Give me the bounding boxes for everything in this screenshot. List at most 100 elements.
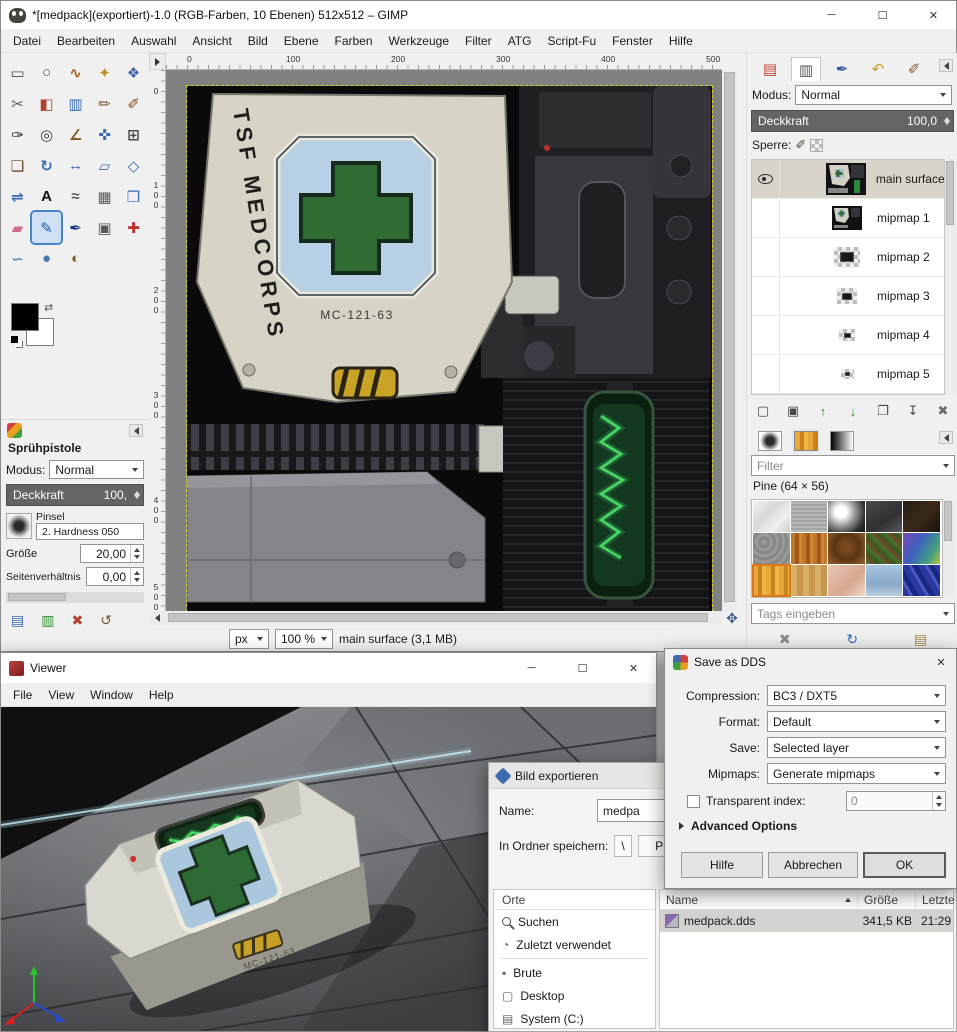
layer-list-scrollbar[interactable]: [945, 159, 957, 395]
tool-airbrush[interactable]: ✎: [30, 210, 63, 245]
pattern-swatch[interactable]: [865, 533, 902, 564]
anchor-layer-button[interactable]: ↧: [899, 399, 927, 423]
pattern-swatch[interactable]: [903, 533, 940, 564]
menu-item[interactable]: Help: [141, 685, 182, 705]
menu-item[interactable]: Filter: [457, 31, 500, 51]
pattern-swatch[interactable]: [828, 501, 865, 532]
transparent-index-spinner[interactable]: 0: [846, 791, 946, 811]
aspect-ratio-spinner[interactable]: 0,00: [86, 567, 144, 586]
scroll-left-button[interactable]: [149, 611, 166, 625]
tab-gradient-preview[interactable]: [827, 429, 857, 453]
pattern-swatch[interactable]: [903, 501, 940, 532]
pattern-swatch[interactable]: [790, 501, 827, 532]
menu-item[interactable]: Fenster: [604, 31, 661, 51]
menu-item[interactable]: Werkzeuge: [381, 31, 457, 51]
layer-row[interactable]: mipmap 5: [752, 355, 944, 394]
tool-align[interactable]: ⊞: [119, 119, 148, 150]
close-button[interactable]: ✕: [611, 653, 656, 683]
tool-color-picker[interactable]: ✑: [3, 119, 32, 150]
tool-eraser[interactable]: ▰: [3, 212, 32, 243]
canvas-horizontal-scrollbar[interactable]: [166, 611, 722, 625]
dock-collapse-button[interactable]: [939, 59, 953, 72]
place-recently-used[interactable]: ◔ Zuletzt verwendet: [494, 933, 655, 956]
menu-item[interactable]: View: [40, 685, 82, 705]
duplicate-layer-button[interactable]: ❐: [869, 399, 897, 423]
pattern-swatch[interactable]: [790, 533, 827, 564]
menu-item[interactable]: Ebene: [276, 31, 327, 51]
raise-layer-button[interactable]: ↑: [809, 399, 837, 423]
layer-row[interactable]: main surface: [752, 160, 944, 199]
tool-cage-transform[interactable]: ▦: [90, 181, 119, 212]
pattern-tags-input[interactable]: Tags eingeben: [751, 603, 955, 624]
dds-dialog-titlebar[interactable]: Save as DDS ✕: [665, 649, 956, 675]
file-row[interactable]: medpack.dds 341,5 KB 21:29: [660, 910, 953, 932]
lower-layer-button[interactable]: ↓: [839, 399, 867, 423]
menu-item[interactable]: Bearbeiten: [49, 31, 123, 51]
delete-layer-button[interactable]: ✖: [929, 399, 957, 423]
tool-blur[interactable]: ●: [32, 243, 61, 274]
tool-ink[interactable]: ✒: [61, 212, 90, 243]
tool-dodge-burn[interactable]: ◐: [61, 243, 90, 274]
ruler-corner-button[interactable]: [149, 53, 166, 70]
tool-crop[interactable]: ❏: [3, 150, 32, 181]
dock-collapse-button[interactable]: [129, 424, 143, 437]
paint-mode-select[interactable]: Normal: [49, 460, 144, 479]
tool-ellipse-select[interactable]: ○: [32, 57, 61, 88]
menu-item[interactable]: Ansicht: [184, 31, 239, 51]
lock-pixels-icon[interactable]: ✐: [795, 137, 806, 153]
menu-item[interactable]: File: [5, 685, 40, 705]
reset-tool-options-button[interactable]: ↺: [100, 612, 112, 629]
layer-opacity-spinner[interactable]: [940, 117, 953, 125]
save-tool-preset-button[interactable]: ▤: [11, 612, 24, 629]
new-layer-button[interactable]: ▢: [749, 399, 777, 423]
horizontal-ruler[interactable]: 0 100 200 300 400 500: [166, 53, 722, 70]
layer-row[interactable]: mipmap 3: [752, 277, 944, 316]
save-select[interactable]: Selected layer: [767, 737, 946, 758]
pattern-filter-input[interactable]: Filter: [751, 455, 955, 476]
pattern-swatch[interactable]: [828, 533, 865, 564]
place-system-drive[interactable]: ▤ System (C:): [494, 1007, 655, 1030]
pattern-swatch[interactable]: [753, 501, 790, 532]
size-spinner[interactable]: 20,00: [80, 544, 144, 563]
tool-shear[interactable]: ▱: [90, 150, 119, 181]
pattern-swatch-selected[interactable]: [752, 564, 791, 597]
tool-smudge[interactable]: ∽: [3, 243, 32, 274]
menu-item[interactable]: Datei: [5, 31, 49, 51]
minimize-button[interactable]: ─: [509, 653, 554, 683]
tool-measure[interactable]: ∠: [61, 119, 90, 150]
tool-gradient[interactable]: ▥: [61, 88, 90, 119]
zoom-select[interactable]: 100 %: [275, 629, 333, 649]
layer-visibility-toggle[interactable]: [752, 160, 780, 198]
column-modified[interactable]: Letzte: [916, 890, 955, 909]
tool-rotate[interactable]: ↻: [32, 150, 61, 181]
tab-paths[interactable]: ✒: [827, 57, 857, 81]
place-desktop[interactable]: ▢ Desktop: [494, 984, 655, 1007]
tool-paintbrush[interactable]: ✐: [119, 88, 148, 119]
brush-select[interactable]: 2. Hardness 050: [36, 523, 144, 540]
tool-heal[interactable]: ✚: [119, 212, 148, 243]
column-size[interactable]: Größe: [858, 890, 916, 909]
tool-pencil[interactable]: ✏: [90, 88, 119, 119]
close-icon[interactable]: ✕: [926, 649, 956, 675]
layer-visibility-toggle[interactable]: [752, 316, 780, 354]
transparent-index-checkbox[interactable]: [687, 794, 700, 808]
swap-colors-icon[interactable]: ⇄: [44, 301, 53, 314]
unit-select[interactable]: px: [229, 629, 269, 649]
tool-flip[interactable]: ⇌: [3, 181, 32, 212]
pattern-swatch[interactable]: [865, 565, 902, 596]
tool-unified-transform[interactable]: ❒: [119, 181, 148, 212]
dock-collapse-button[interactable]: [939, 431, 953, 444]
tool-warp-transform[interactable]: ≈: [61, 181, 90, 212]
layer-row[interactable]: mipmap 1: [752, 199, 944, 238]
pattern-swatch[interactable]: [753, 533, 790, 564]
breadcrumb-root[interactable]: \: [614, 835, 632, 857]
help-button[interactable]: Hilfe: [681, 852, 763, 878]
ok-button[interactable]: OK: [863, 852, 946, 878]
tool-rectangle-select[interactable]: ▭: [3, 57, 32, 88]
tab-pattern-preview[interactable]: [791, 429, 821, 453]
place-bookmark-brute[interactable]: ▪ Brute: [494, 961, 655, 984]
layer-visibility-toggle[interactable]: [752, 199, 780, 237]
tool-free-select[interactable]: ∿: [61, 57, 90, 88]
pattern-swatch[interactable]: [828, 565, 865, 596]
tab-brushes[interactable]: ✐: [899, 57, 929, 81]
